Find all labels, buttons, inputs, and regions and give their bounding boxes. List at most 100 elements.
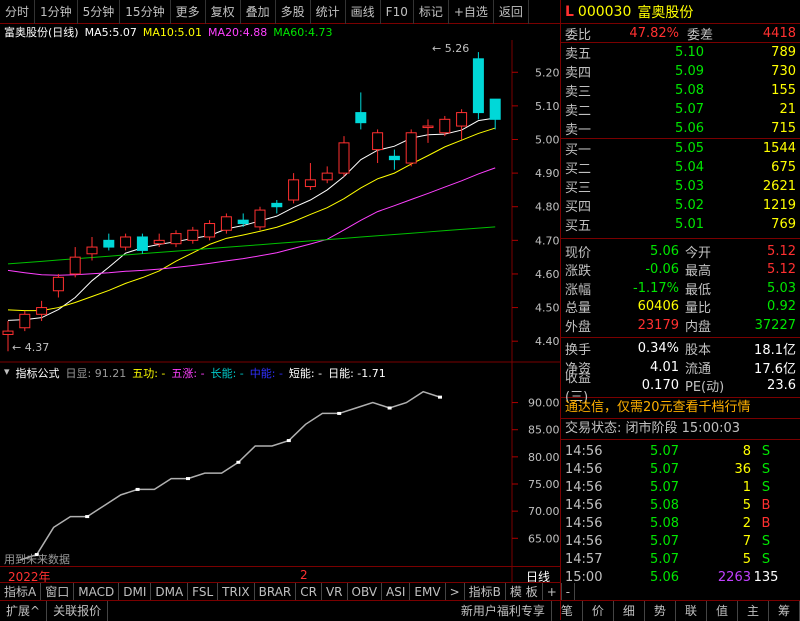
book-price: 5.02 bbox=[675, 198, 704, 213]
candle-body bbox=[170, 233, 182, 245]
quote-panel: L 000030 富奥股份 委比 47.82% 委差 4418 卖五 5.10 78… bbox=[560, 0, 800, 620]
indicator-point bbox=[387, 406, 392, 410]
tick-price: 5.07 bbox=[650, 443, 679, 459]
stat-label: 现价 bbox=[565, 245, 592, 261]
tick-volume: 5 bbox=[742, 551, 751, 567]
tick-time: 14:56 bbox=[565, 461, 603, 477]
toolbar-item[interactable]: 画线 bbox=[346, 0, 381, 24]
indicator-tab[interactable]: FSL bbox=[188, 582, 219, 601]
tick-time: 14:57 bbox=[565, 551, 603, 567]
low-annotation: ← 4.37 bbox=[12, 341, 49, 354]
promo-link[interactable]: 新用户福利专享 bbox=[455, 600, 552, 621]
ad-banner[interactable]: 通达信，仅需20元查看千档行情 bbox=[561, 398, 800, 418]
toolbar-item[interactable]: 更多 bbox=[171, 0, 206, 24]
indicator-tab[interactable]: 指标A bbox=[0, 582, 42, 601]
stat-row: 换手 0.34% 股本 18.1亿 bbox=[561, 340, 800, 358]
ind-tick-label: 80.00 bbox=[528, 451, 560, 464]
ask-book: 卖五 5.10 789 卖四 5.09 730 卖三 5.08 155 卖二 5.07 21 卖一 5.0… bbox=[561, 43, 800, 138]
related-quote-button[interactable]: 关联报价 bbox=[47, 600, 109, 621]
toolbar-item[interactable]: 5分钟 bbox=[78, 0, 121, 24]
book-price: 5.06 bbox=[675, 121, 704, 136]
candle-body bbox=[288, 179, 300, 201]
book-row: 卖二 5.07 21 bbox=[561, 100, 800, 119]
tick-row: 15:00 5.06 2263 135 bbox=[561, 568, 800, 586]
tick-row: 14:56 5.07 7 S bbox=[561, 532, 800, 550]
candle-body bbox=[372, 132, 384, 151]
book-volume: 2621 bbox=[762, 179, 796, 194]
indicator-tab[interactable]: DMI bbox=[119, 582, 152, 601]
book-label: 卖四 bbox=[565, 66, 592, 81]
tick-row: 14:56 5.08 2 B bbox=[561, 514, 800, 532]
book-volume: 155 bbox=[771, 83, 796, 98]
indicator-tab[interactable]: DMA bbox=[151, 582, 189, 601]
book-price: 5.09 bbox=[675, 64, 704, 79]
book-label: 卖一 bbox=[565, 123, 592, 138]
toolbar-item[interactable]: 复权 bbox=[206, 0, 241, 24]
candles bbox=[2, 52, 501, 352]
book-price: 5.07 bbox=[675, 102, 704, 117]
stat-label-2: 流通 bbox=[685, 361, 712, 377]
book-volume: 769 bbox=[771, 217, 796, 232]
indicator-tab[interactable]: + bbox=[543, 582, 562, 601]
tick-volume: 5 bbox=[742, 497, 751, 513]
indicator-tab[interactable]: 指标B bbox=[465, 582, 506, 601]
book-label: 买五 bbox=[565, 219, 592, 234]
quote-stats: 现价 5.06 今开 5.12 涨跌 -0.06 最高 5.12 涨幅 -1.17% 最低 5.03 总… bbox=[561, 239, 800, 335]
indicator-point bbox=[236, 460, 241, 464]
tick-volume: 2263 bbox=[717, 569, 751, 585]
price-tick-label: 4.90 bbox=[535, 167, 560, 180]
toolbar-item[interactable]: 叠加 bbox=[241, 0, 276, 24]
toolbar-item[interactable]: 15分钟 bbox=[120, 0, 171, 24]
toolbar-item[interactable]: 返回 bbox=[494, 0, 529, 24]
indicator-point bbox=[337, 411, 342, 415]
stock-name: 富奥股份(日线) bbox=[4, 26, 79, 39]
tick-side: S bbox=[761, 461, 771, 477]
indicator-tab[interactable]: OBV bbox=[348, 582, 383, 601]
book-volume: 715 bbox=[771, 121, 796, 136]
tick-time: 14:56 bbox=[565, 479, 603, 495]
indicator-tab[interactable]: TRIX bbox=[218, 582, 255, 601]
stat-label-2: 最高 bbox=[685, 264, 712, 280]
ind-tick-label: 65.00 bbox=[528, 532, 560, 545]
book-price: 5.05 bbox=[675, 141, 704, 156]
toolbar-item[interactable]: 1分钟 bbox=[35, 0, 78, 24]
stat-value-2: 23.6 bbox=[767, 378, 796, 394]
stat-label-2: 今开 bbox=[685, 245, 712, 261]
indicator-line bbox=[19, 390, 442, 561]
indicator-tab[interactable]: ASI bbox=[382, 582, 411, 601]
indicator-name[interactable]: 指标公式 bbox=[16, 365, 60, 381]
book-row: 买四 5.02 1219 bbox=[561, 196, 800, 215]
candle-body bbox=[405, 132, 417, 164]
indicator-tab[interactable]: 窗口 bbox=[41, 582, 75, 601]
candle-body bbox=[489, 98, 501, 120]
indicator-tab[interactable]: CR bbox=[296, 582, 322, 601]
expand-button[interactable]: 扩展^ bbox=[0, 600, 48, 621]
candle-body bbox=[388, 155, 400, 161]
indicator-tab[interactable]: BRAR bbox=[255, 582, 297, 601]
toolbar-item[interactable]: 分时 bbox=[0, 0, 36, 24]
ind-tick-label: 75.00 bbox=[528, 478, 560, 491]
toolbar-item[interactable]: 标记 bbox=[414, 0, 449, 24]
indicator-tab[interactable]: 模 板 bbox=[506, 582, 543, 601]
book-volume: 675 bbox=[771, 160, 796, 175]
indicator-tab[interactable]: VR bbox=[322, 582, 348, 601]
tick-price: 5.06 bbox=[650, 569, 679, 585]
toolbar-item[interactable]: +自选 bbox=[449, 0, 494, 24]
tick-row: 14:56 5.07 8 S bbox=[561, 442, 800, 460]
stat-value: 60406 bbox=[637, 299, 679, 315]
tick-side: S bbox=[761, 443, 771, 459]
kline-chart[interactable]: 5.20 5.10 5.00 4.90 4.80 4.70 4.60 4.50 4.40 90.… bbox=[0, 40, 560, 582]
indicator-tab[interactable]: EMV bbox=[410, 582, 446, 601]
book-volume: 1219 bbox=[762, 198, 796, 213]
toolbar-item[interactable]: F10 bbox=[381, 0, 414, 24]
stat-label: 总量 bbox=[565, 301, 592, 317]
toolbar-item[interactable]: 统计 bbox=[311, 0, 346, 24]
toolbar-item[interactable]: 多股 bbox=[276, 0, 311, 24]
indicator-tab[interactable]: MACD bbox=[74, 582, 120, 601]
ma20-value: MA20:4.88 bbox=[208, 25, 268, 39]
indicator-toggle-icon[interactable]: ▾ bbox=[4, 365, 10, 381]
indicator-tab[interactable]: > bbox=[446, 582, 465, 601]
book-row: 卖四 5.09 730 bbox=[561, 62, 800, 81]
tick-price: 5.08 bbox=[650, 515, 679, 531]
candle-body bbox=[254, 209, 266, 228]
